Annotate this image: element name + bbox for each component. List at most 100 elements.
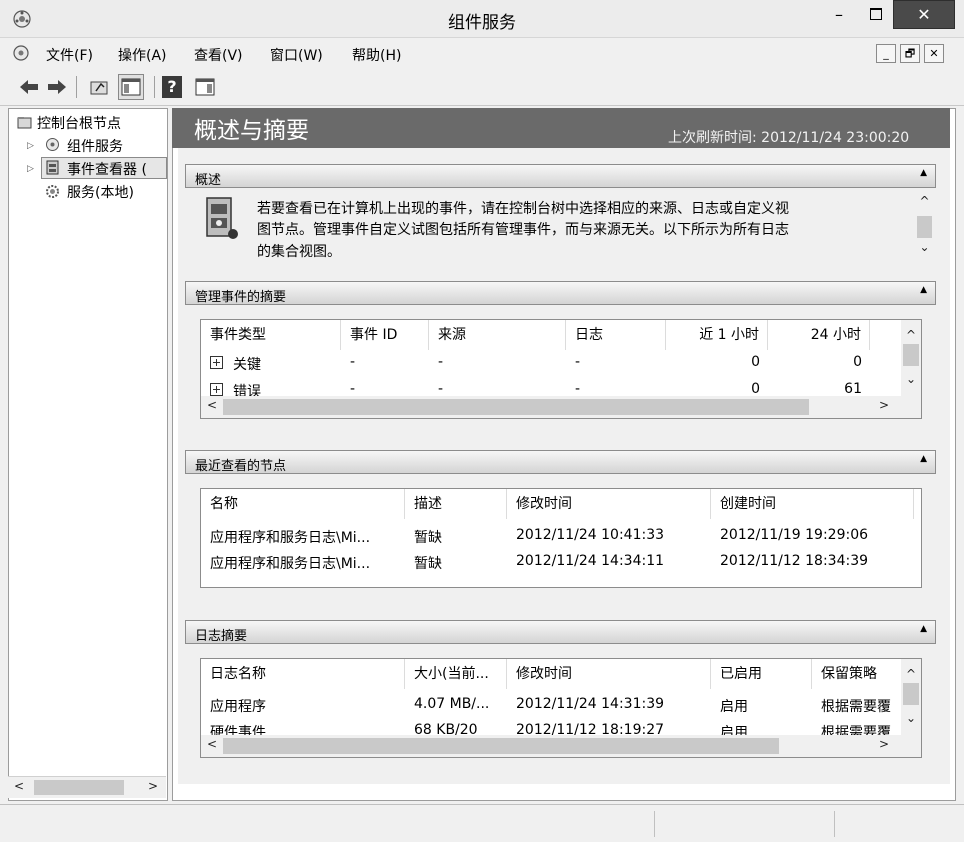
tree-root[interactable]: 控制台根节点 bbox=[37, 113, 121, 133]
column-header[interactable]: 名称 bbox=[201, 489, 405, 519]
admin-events-grid[interactable]: 事件类型 事件 ID 来源 日志 近 1 小时 24 小时 关键 - - - 0… bbox=[200, 319, 922, 419]
forward-arrow-icon bbox=[48, 80, 66, 94]
recent-nodes-grid[interactable]: 名称 描述 修改时间 创建时间 应用程序和服务日志\Mi... 暂缺 2012/… bbox=[200, 488, 922, 588]
recent-nodes-header[interactable]: 最近查看的节点 ▲ bbox=[185, 450, 936, 474]
column-header[interactable]: 日志 bbox=[566, 320, 666, 350]
section-title: 管理事件的摘要 bbox=[195, 290, 287, 305]
maximize-icon bbox=[870, 8, 882, 20]
scroll-thumb[interactable] bbox=[223, 738, 779, 754]
show-hide-tree-button[interactable] bbox=[118, 74, 144, 100]
scroll-down-arrow[interactable]: ⌄ bbox=[903, 711, 919, 725]
scroll-left-arrow[interactable]: < bbox=[205, 737, 219, 751]
cell-source: - bbox=[438, 381, 444, 397]
column-header[interactable]: 已启用 bbox=[711, 659, 812, 689]
minimize-button[interactable]: – bbox=[826, 2, 852, 28]
section-title: 日志摘要 bbox=[195, 629, 248, 644]
recent-nodes-section: 最近查看的节点 ▲ 名称 描述 修改时间 创建时间 应用程序和服务日志\Mi..… bbox=[185, 450, 936, 602]
action-pane-button[interactable] bbox=[192, 74, 218, 100]
gear-icon bbox=[46, 185, 59, 198]
overview-text-line: 图节点。管理事件自定义试图包括所有管理事件，而与来源无关。以下所示为所有日志 bbox=[257, 222, 789, 238]
mdi-restore-button[interactable]: 🗗 bbox=[900, 44, 920, 63]
close-button[interactable]: ✕ bbox=[893, 0, 955, 29]
cell-modified: 2012/11/24 10:41:33 bbox=[516, 527, 665, 543]
log-summary-grid[interactable]: 日志名称 大小(当前... 修改时间 已启用 保留策略 应用程序 4.07 MB… bbox=[200, 658, 922, 758]
column-header[interactable]: 修改时间 bbox=[507, 489, 711, 519]
menu-window[interactable]: 窗口(W) bbox=[270, 45, 323, 65]
title-bar: 组件服务 – ✕ bbox=[0, 0, 964, 38]
cell-modified: 2012/11/24 14:31:39 bbox=[516, 696, 665, 712]
column-header[interactable]: 保留策略 bbox=[812, 659, 902, 689]
cell-description: 暂缺 bbox=[414, 530, 442, 546]
component-icon bbox=[46, 138, 59, 151]
tree-item-component-services[interactable]: 组件服务 bbox=[67, 136, 123, 156]
admin-events-summary-header[interactable]: 管理事件的摘要 ▲ bbox=[185, 281, 936, 305]
grid-horizontal-scrollbar[interactable]: < > bbox=[201, 735, 921, 757]
column-header[interactable]: 日志名称 bbox=[201, 659, 405, 689]
collapse-icon[interactable]: ▲ bbox=[920, 168, 927, 178]
scroll-right-arrow[interactable]: > bbox=[146, 779, 160, 793]
scroll-thumb[interactable] bbox=[903, 683, 919, 705]
system-menu-icon[interactable] bbox=[12, 44, 30, 62]
menu-action[interactable]: 操作(A) bbox=[118, 45, 167, 65]
cell-last-hour: 0 bbox=[751, 381, 760, 397]
collapse-icon[interactable]: ▲ bbox=[920, 624, 927, 634]
menu-view[interactable]: 查看(V) bbox=[194, 45, 243, 65]
cell-24-hours: 61 bbox=[844, 381, 862, 397]
column-header[interactable]: 修改时间 bbox=[507, 659, 711, 689]
column-header[interactable]: 24 小时 bbox=[768, 320, 870, 350]
scroll-up-arrow[interactable]: ^ bbox=[917, 194, 932, 208]
expand-arrow-icon[interactable]: ▷ bbox=[27, 141, 34, 151]
scroll-up-arrow[interactable]: ^ bbox=[903, 328, 919, 342]
scroll-left-arrow[interactable]: < bbox=[205, 398, 219, 412]
back-button[interactable] bbox=[16, 74, 42, 100]
scroll-up-arrow[interactable]: ^ bbox=[903, 667, 919, 681]
tree-horizontal-scrollbar[interactable]: < > bbox=[8, 776, 166, 798]
event-viewer-icon bbox=[46, 160, 59, 175]
menu-file[interactable]: 文件(F) bbox=[46, 45, 93, 65]
cell-modified: 2012/11/24 14:34:11 bbox=[516, 553, 665, 569]
scroll-thumb[interactable] bbox=[917, 216, 932, 238]
grid-horizontal-scrollbar[interactable]: < > bbox=[201, 396, 921, 418]
cell-event-id: - bbox=[350, 381, 356, 397]
tree-item-services-local[interactable]: 服务(本地) bbox=[67, 182, 134, 202]
console-tree[interactable]: 控制台根节点 ▷ 组件服务 ▷ 事件查看器 ( 服务(本地) bbox=[8, 108, 168, 801]
recent-nodes-body: 名称 描述 修改时间 创建时间 应用程序和服务日志\Mi... 暂缺 2012/… bbox=[185, 474, 936, 602]
scroll-thumb[interactable] bbox=[223, 399, 809, 415]
scroll-left-arrow[interactable]: < bbox=[12, 779, 26, 793]
column-header[interactable]: 创建时间 bbox=[711, 489, 914, 519]
grid-vertical-scrollbar[interactable]: ^ ⌄ bbox=[901, 320, 921, 396]
overview-header[interactable]: 概述 ▲ bbox=[185, 164, 936, 188]
expand-icon[interactable] bbox=[210, 356, 229, 372]
scroll-thumb[interactable] bbox=[903, 344, 919, 366]
column-header[interactable]: 事件类型 bbox=[201, 320, 341, 350]
forward-button[interactable] bbox=[44, 74, 70, 100]
collapse-icon[interactable]: ▲ bbox=[920, 454, 927, 464]
mdi-minimize-button[interactable]: _ bbox=[876, 44, 896, 63]
cell-event-id: - bbox=[350, 354, 356, 370]
column-header[interactable]: 大小(当前... bbox=[405, 659, 507, 689]
column-header[interactable]: 近 1 小时 bbox=[666, 320, 768, 350]
overview-vertical-scrollbar[interactable]: ^ ⌄ bbox=[915, 192, 934, 258]
scroll-down-arrow[interactable]: ⌄ bbox=[917, 240, 932, 254]
menu-help[interactable]: 帮助(H) bbox=[352, 45, 401, 65]
help-button[interactable]: ? bbox=[162, 76, 182, 98]
page-title: 概述与摘要 bbox=[194, 118, 309, 144]
mdi-close-button[interactable]: ✕ bbox=[924, 44, 944, 63]
scroll-down-arrow[interactable]: ⌄ bbox=[903, 372, 919, 386]
section-title: 最近查看的节点 bbox=[195, 459, 287, 474]
scroll-right-arrow[interactable]: > bbox=[877, 737, 891, 751]
grid-vertical-scrollbar[interactable]: ^ ⌄ bbox=[901, 659, 921, 735]
scroll-thumb[interactable] bbox=[34, 780, 124, 795]
up-level-button[interactable] bbox=[86, 74, 112, 100]
scroll-right-arrow[interactable]: > bbox=[877, 398, 891, 412]
tree-item-event-viewer[interactable]: 事件查看器 ( bbox=[67, 159, 147, 179]
column-header[interactable]: 来源 bbox=[429, 320, 566, 350]
maximize-button[interactable] bbox=[862, 2, 888, 28]
collapse-icon[interactable]: ▲ bbox=[920, 285, 927, 295]
expand-arrow-icon[interactable]: ▷ bbox=[27, 164, 34, 174]
column-header[interactable]: 描述 bbox=[405, 489, 507, 519]
column-header[interactable]: 事件 ID bbox=[341, 320, 429, 350]
log-summary-header[interactable]: 日志摘要 ▲ bbox=[185, 620, 936, 644]
overview-text-line: 若要查看已在计算机上出现的事件，请在控制台树中选择相应的来源、日志或自定义视 bbox=[257, 201, 789, 217]
cell-source: - bbox=[438, 354, 444, 370]
